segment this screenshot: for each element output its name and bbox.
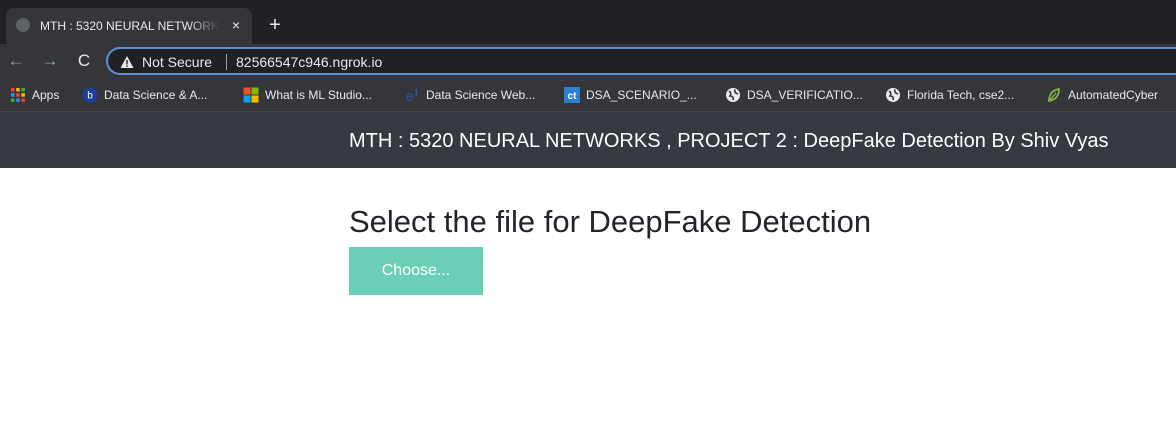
apps-grid-icon: [11, 88, 25, 102]
bookmark-label: DSA_SCENARIO_...: [586, 88, 697, 102]
leaf-icon: [1048, 87, 1060, 103]
page-title: Select the file for DeepFake Detection: [349, 204, 872, 239]
reload-icon[interactable]: C: [72, 49, 96, 73]
page-header-bar: MTH : 5320 NEURAL NETWORKS , PROJECT 2 :…: [0, 112, 1176, 168]
new-tab-button[interactable]: +: [262, 12, 288, 38]
browser-tab-strip: MTH : 5320 NEURAL NETWORKS , PROJECT 2 :…: [0, 0, 1176, 44]
forward-arrow-icon[interactable]: →: [38, 49, 62, 73]
bookmarks-bar: Apps b Data Science & A... What is ML St…: [0, 78, 1176, 112]
choose-file-button[interactable]: Choose...: [349, 247, 483, 295]
bookmark-label: Data Science Web...: [426, 88, 536, 102]
bookmark-label: DSA_VERIFICATIO...: [747, 88, 863, 102]
bookmark-label: AutomatedCyber: [1068, 88, 1159, 102]
ct-favicon-icon: ct: [564, 87, 580, 103]
b-favicon-icon: b: [82, 87, 98, 103]
omnibox-divider: [226, 54, 227, 70]
bookmark-label: Florida Tech, cse2...: [907, 88, 1015, 102]
header-title: MTH : 5320 NEURAL NETWORKS , PROJECT 2 :…: [349, 130, 1109, 152]
microsoft-logo-icon: [243, 87, 259, 103]
globe-icon: [16, 18, 30, 32]
back-arrow-icon[interactable]: ←: [4, 49, 28, 73]
tab-title: MTH : 5320 NEURAL NETWORKS , PROJECT 2 :…: [40, 19, 220, 33]
globe-icon: [886, 88, 900, 102]
warning-triangle-icon: [120, 56, 134, 68]
tab-close-icon[interactable]: ×: [226, 14, 246, 36]
browser-tab[interactable]: MTH : 5320 NEURAL NETWORKS , PROJECT 2 :…: [6, 8, 252, 44]
bookmark-label: Apps: [32, 88, 60, 102]
bookmark-label: Data Science & A...: [104, 88, 208, 102]
not-secure-label[interactable]: Not Secure: [142, 54, 212, 70]
address-bar[interactable]: Not Secure 82566547c946.ngrok.io: [106, 47, 1176, 75]
svg-text:ct: ct: [568, 91, 578, 102]
svg-text:b: b: [87, 91, 93, 102]
url-text[interactable]: 82566547c946.ngrok.io: [236, 54, 382, 70]
browser-toolbar: ← → C Not Secure 82566547c946.ngrok.io: [0, 44, 1176, 78]
bookmark-label: What is ML Studio...: [265, 88, 372, 102]
globe-icon: [726, 88, 740, 102]
svg-text:e: e: [406, 88, 414, 103]
e-favicon-icon: e: [406, 88, 418, 103]
